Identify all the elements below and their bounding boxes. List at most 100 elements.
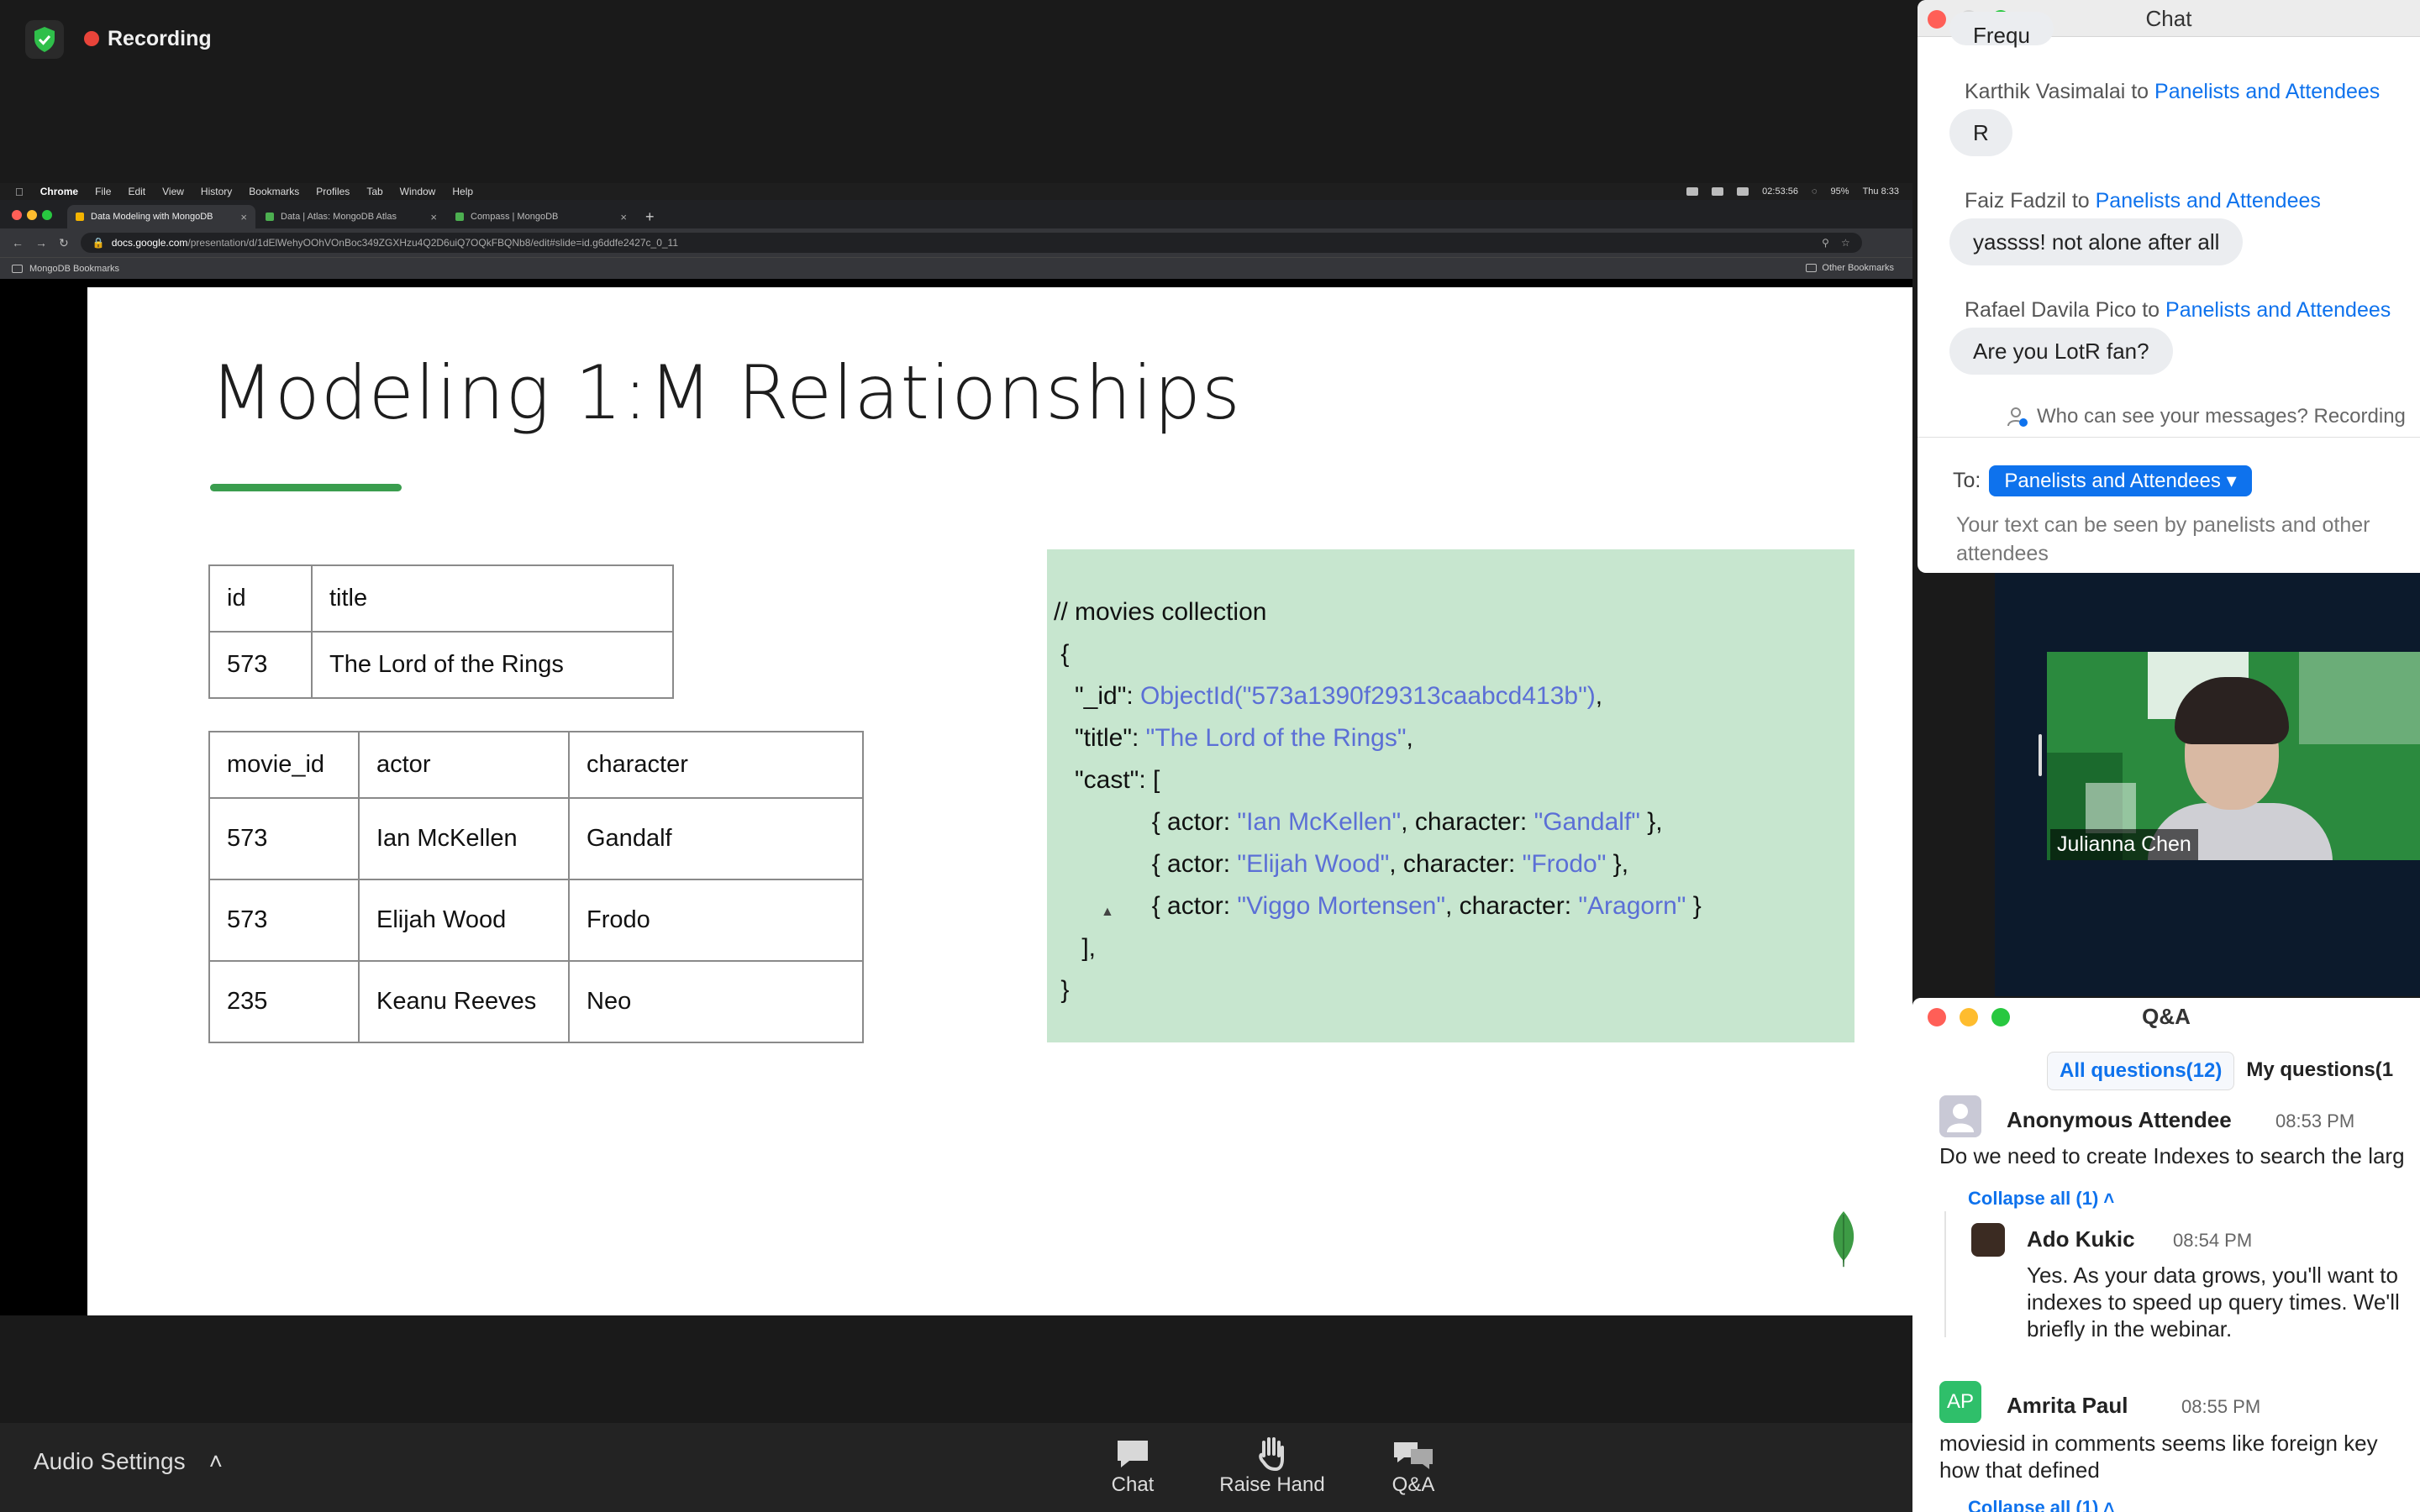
table-header: movie_id [208, 731, 360, 799]
mongodb-favicon-icon [455, 213, 464, 221]
code-line: { actor: "Ian McKellen", character: "Gan… [1054, 801, 1854, 843]
new-tab-icon: + [645, 208, 655, 225]
table-header: character [568, 731, 864, 799]
table-header: id [208, 564, 313, 633]
chevron-up-icon: ˄ [2103, 1497, 2115, 1512]
collapse-label: Collapse all (1) [1968, 1188, 2099, 1209]
menubar-file: File [87, 186, 111, 197]
code-comment: // movies collection [1054, 598, 1267, 626]
close-window-icon[interactable] [1928, 1008, 1946, 1026]
people-icon [2007, 407, 2028, 427]
caret-down-icon: ▾ [2226, 470, 2237, 492]
chat-input[interactable]: Your text can be seen by panelists and o… [1956, 511, 2393, 568]
security-shield-icon[interactable] [25, 20, 64, 59]
bookmark-folder-mongodb: MongoDB Bookmarks [29, 263, 119, 274]
message-bubble: Are you LotR fan? [1949, 328, 2173, 375]
message-target: Panelists and Attendees [2154, 80, 2381, 103]
audio-settings-button[interactable]: Audio Settings ˄ [34, 1448, 223, 1475]
chevron-up-icon: ˄ [2103, 1188, 2115, 1209]
table-header-row: movie_id actor character [208, 731, 864, 799]
table-cell: Gandalf [568, 797, 864, 880]
recording-indicator[interactable]: Recording [84, 22, 212, 55]
browser-tab: Compass | MongoDB × [447, 205, 635, 228]
status-icon [1712, 187, 1724, 196]
battery-percent: 95% [1830, 186, 1849, 197]
who-can-see-link[interactable]: Who can see your messages? Recording [2007, 405, 2406, 428]
raise-hand-label: Raise Hand [1219, 1473, 1325, 1496]
chat-title: Chat [2145, 6, 2192, 31]
window-zoom-icon [42, 210, 52, 220]
movies-table: id title 573 The Lord of the Rings [208, 564, 674, 699]
code-line: { actor: "Viggo Mortensen", character: "… [1054, 885, 1854, 927]
code-line: "_id": ObjectId("573a1390f29313caabcd413… [1075, 682, 1603, 710]
code-line: ], [1054, 927, 1854, 969]
mac-menubar:  Chrome File Edit View History Bookmark… [0, 183, 1912, 200]
message-target: Panelists and Attendees [2165, 298, 2391, 322]
tab-close-icon: × [620, 210, 627, 223]
zoom-window-icon[interactable] [1991, 1008, 2010, 1026]
question-text: Do we need to create Indexes to search t… [1939, 1143, 2405, 1168]
collapse-replies-link[interactable]: Collapse all (1) ˄ [1968, 1188, 2114, 1210]
meeting-toolbar: Audio Settings ˄ Chat Raise Hand Q&A [0, 1423, 1912, 1512]
code-token: { actor: [1151, 850, 1238, 878]
sender-name: Rafael Davila Pico [1965, 298, 2137, 322]
code-string: ObjectId("573a1390f29313caabcd413b") [1140, 682, 1596, 710]
tab-my-questions[interactable]: My questions(1 [2234, 1052, 2405, 1090]
presentation-slide: Modeling 1:M Relationships id title 573 … [87, 287, 1912, 1315]
chat-window: Chat Frequ Karthik Vasimalai to Panelist… [1918, 0, 2420, 573]
minimize-window-icon[interactable] [1960, 1008, 1978, 1026]
code-line: "title": "The Lord of the Rings", [1075, 724, 1413, 752]
tab-all-questions[interactable]: All questions(12) [2047, 1052, 2235, 1090]
participant-name: Julianna Chen [2050, 829, 2198, 860]
code-token: } [1686, 892, 1702, 920]
mongodb-leaf-icon [1833, 1211, 1854, 1268]
message-bubble: Frequ [1949, 12, 2054, 48]
table-cell: Keanu Reeves [358, 960, 570, 1043]
reply-text-line: indexes to speed up query times. We'll [2027, 1289, 2400, 1315]
message-target: Panelists and Attendees [2095, 189, 2321, 213]
code-token: }, [1639, 808, 1663, 836]
table-cell: 573 [208, 797, 360, 880]
reload-icon: ↻ [59, 235, 69, 249]
reply-text-line: briefly in the webinar. [2027, 1316, 2233, 1341]
code-string: "Frodo" [1522, 850, 1607, 878]
question-text-line: how that defined [1939, 1457, 2100, 1483]
recipient-dropdown[interactable]: Panelists and Attendees ▾ [1989, 465, 2252, 496]
chat-messages[interactable]: Frequ Karthik Vasimalai to Panelists and… [1918, 12, 2420, 398]
qa-button[interactable]: Q&A [1355, 1435, 1472, 1497]
question-time: 08:55 PM [2181, 1396, 2261, 1417]
close-window-icon[interactable] [1928, 10, 1946, 29]
recipient-row: To: Panelists and Attendees ▾ [1953, 465, 2252, 496]
message-sender: Faiz Fadzil to Panelists and Attendees [1965, 189, 2321, 213]
menubar-history: History [192, 186, 232, 197]
mouse-cursor-icon: ▲ [1101, 905, 1114, 919]
browser-tabbar: Data Modeling with MongoDB × Data | Atla… [0, 200, 1912, 228]
chat-button[interactable]: Chat [1074, 1435, 1192, 1497]
code-line: { [1054, 633, 1854, 675]
panel-resize-handle[interactable] [2039, 734, 2042, 776]
menubar-profiles: Profiles [308, 186, 350, 197]
qa-button-label: Q&A [1392, 1473, 1435, 1496]
code-token: , character: [1389, 850, 1523, 878]
window-minimize-icon [27, 210, 37, 220]
lock-icon: 🔒 [92, 237, 105, 249]
table-row: 235 Keanu Reeves Neo [208, 960, 864, 1043]
table-row: 573 The Lord of the Rings [208, 631, 674, 699]
code-token: , character: [1401, 808, 1534, 836]
video-tile[interactable]: Julianna Chen [2047, 652, 2420, 860]
message-bubble: R [1949, 109, 2012, 156]
tab-close-icon: × [430, 210, 437, 223]
code-token: "cast": [ [1075, 766, 1160, 794]
menubar-tab: Tab [358, 186, 382, 197]
code-token: , character: [1444, 892, 1579, 920]
message-sender: Rafael Davila Pico to Panelists and Atte… [1965, 298, 2391, 323]
table-cell: Ian McKellen [358, 797, 570, 880]
raise-hand-button[interactable]: Raise Hand [1213, 1435, 1331, 1497]
shared-screen:  Chrome File Edit View History Bookmark… [0, 183, 1912, 1315]
code-token: "title": [1075, 724, 1146, 752]
status-clock: 02:53:56 [1762, 186, 1798, 197]
collapse-replies-link[interactable]: Collapse all (1) ˄ [1968, 1497, 2114, 1512]
slide-title: Modeling 1:M Relationships [210, 349, 1241, 436]
sender-name: Karthik Vasimalai [1965, 80, 2126, 103]
table-header: title [311, 564, 674, 633]
